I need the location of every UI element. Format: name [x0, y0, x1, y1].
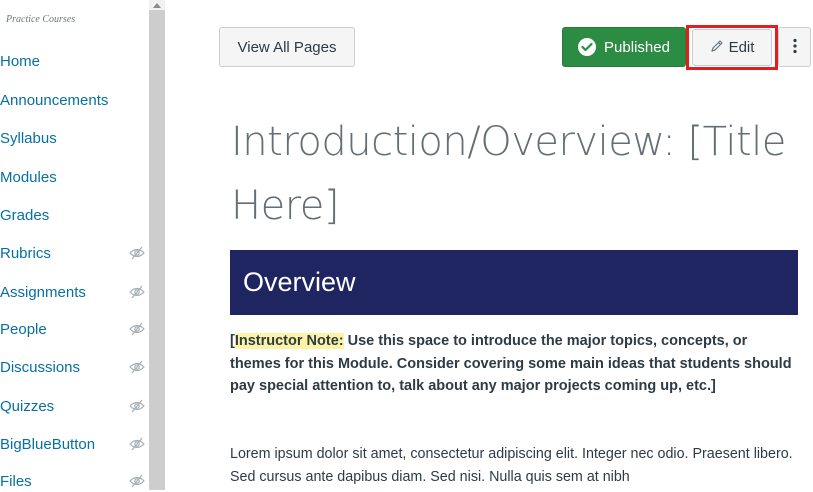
- sidebar-item-label: Assignments: [0, 283, 86, 301]
- hidden-eye-icon: [129, 360, 145, 374]
- hidden-eye-icon: [129, 437, 145, 451]
- pencil-icon: [710, 39, 724, 57]
- sidebar-item-announcements[interactable]: Announcements: [0, 89, 145, 111]
- sidebar-item-label: Grades: [0, 206, 50, 224]
- hidden-eye-icon: [129, 399, 145, 413]
- instructor-note: [Instructor Note: Use this space to intr…: [230, 330, 800, 398]
- sidebar-item-rubrics[interactable]: Rubrics: [0, 242, 145, 264]
- sidebar-item-quizzes[interactable]: Quizzes: [0, 395, 145, 417]
- published-button[interactable]: Published: [562, 27, 686, 67]
- sidebar-scrollbar-thumb[interactable]: [149, 10, 165, 490]
- sidebar-item-assignments[interactable]: Assignments: [0, 281, 145, 303]
- sidebar-item-label: Modules: [0, 168, 57, 186]
- hidden-eye-icon: [129, 322, 145, 336]
- sidebar-item-label: People: [0, 320, 47, 338]
- sidebar-item-label: Files: [0, 472, 32, 490]
- sidebar-item-label: Announcements: [0, 91, 109, 109]
- check-circle-icon: [578, 38, 597, 56]
- edit-label: Edit: [728, 39, 755, 56]
- sidebar-item-label: Home: [0, 52, 41, 70]
- body-paragraph: Lorem ipsum dolor sit amet, consectetur …: [230, 446, 793, 485]
- sidebar-item-syllabus[interactable]: Syllabus: [0, 127, 145, 149]
- scroll-up-arrow-icon[interactable]: [149, 0, 165, 10]
- sidebar-item-label: Quizzes: [0, 397, 55, 415]
- course-title: Practice Courses: [6, 14, 76, 25]
- sidebar-item-label: Syllabus: [0, 129, 57, 147]
- sidebar-item-files[interactable]: Files: [0, 470, 145, 492]
- sidebar-item-home[interactable]: Home: [0, 50, 145, 72]
- kebab-menu-icon: [792, 38, 797, 57]
- sidebar-item-label: Discussions: [0, 358, 81, 376]
- sidebar-item-label: BigBlueButton: [0, 435, 96, 453]
- edit-button[interactable]: Edit: [692, 29, 772, 66]
- sidebar-item-label: Rubrics: [0, 244, 51, 262]
- page-title: Introduction/Overview: [Title Here]: [231, 119, 786, 229]
- overview-heading: Overview: [243, 267, 356, 297]
- sidebar-item-people[interactable]: People: [0, 318, 145, 340]
- overview-banner: Overview: [230, 250, 798, 315]
- instructor-note-label: Instructor Note:: [234, 333, 344, 349]
- hidden-eye-icon: [129, 474, 145, 488]
- sidebar-item-modules[interactable]: Modules: [0, 166, 145, 188]
- published-label: Published: [604, 38, 670, 56]
- sidebar-item-grades[interactable]: Grades: [0, 204, 145, 226]
- hidden-eye-icon: [129, 285, 145, 299]
- view-all-pages-button[interactable]: View All Pages: [219, 27, 355, 67]
- sidebar-item-discussions[interactable]: Discussions: [0, 356, 145, 378]
- sidebar-item-bigbluebutton[interactable]: BigBlueButton: [0, 433, 145, 455]
- course-nav-sidebar: Practice Courses Home Announcements Syll…: [0, 0, 150, 490]
- hidden-eye-icon: [129, 246, 145, 260]
- more-options-button[interactable]: [778, 27, 811, 67]
